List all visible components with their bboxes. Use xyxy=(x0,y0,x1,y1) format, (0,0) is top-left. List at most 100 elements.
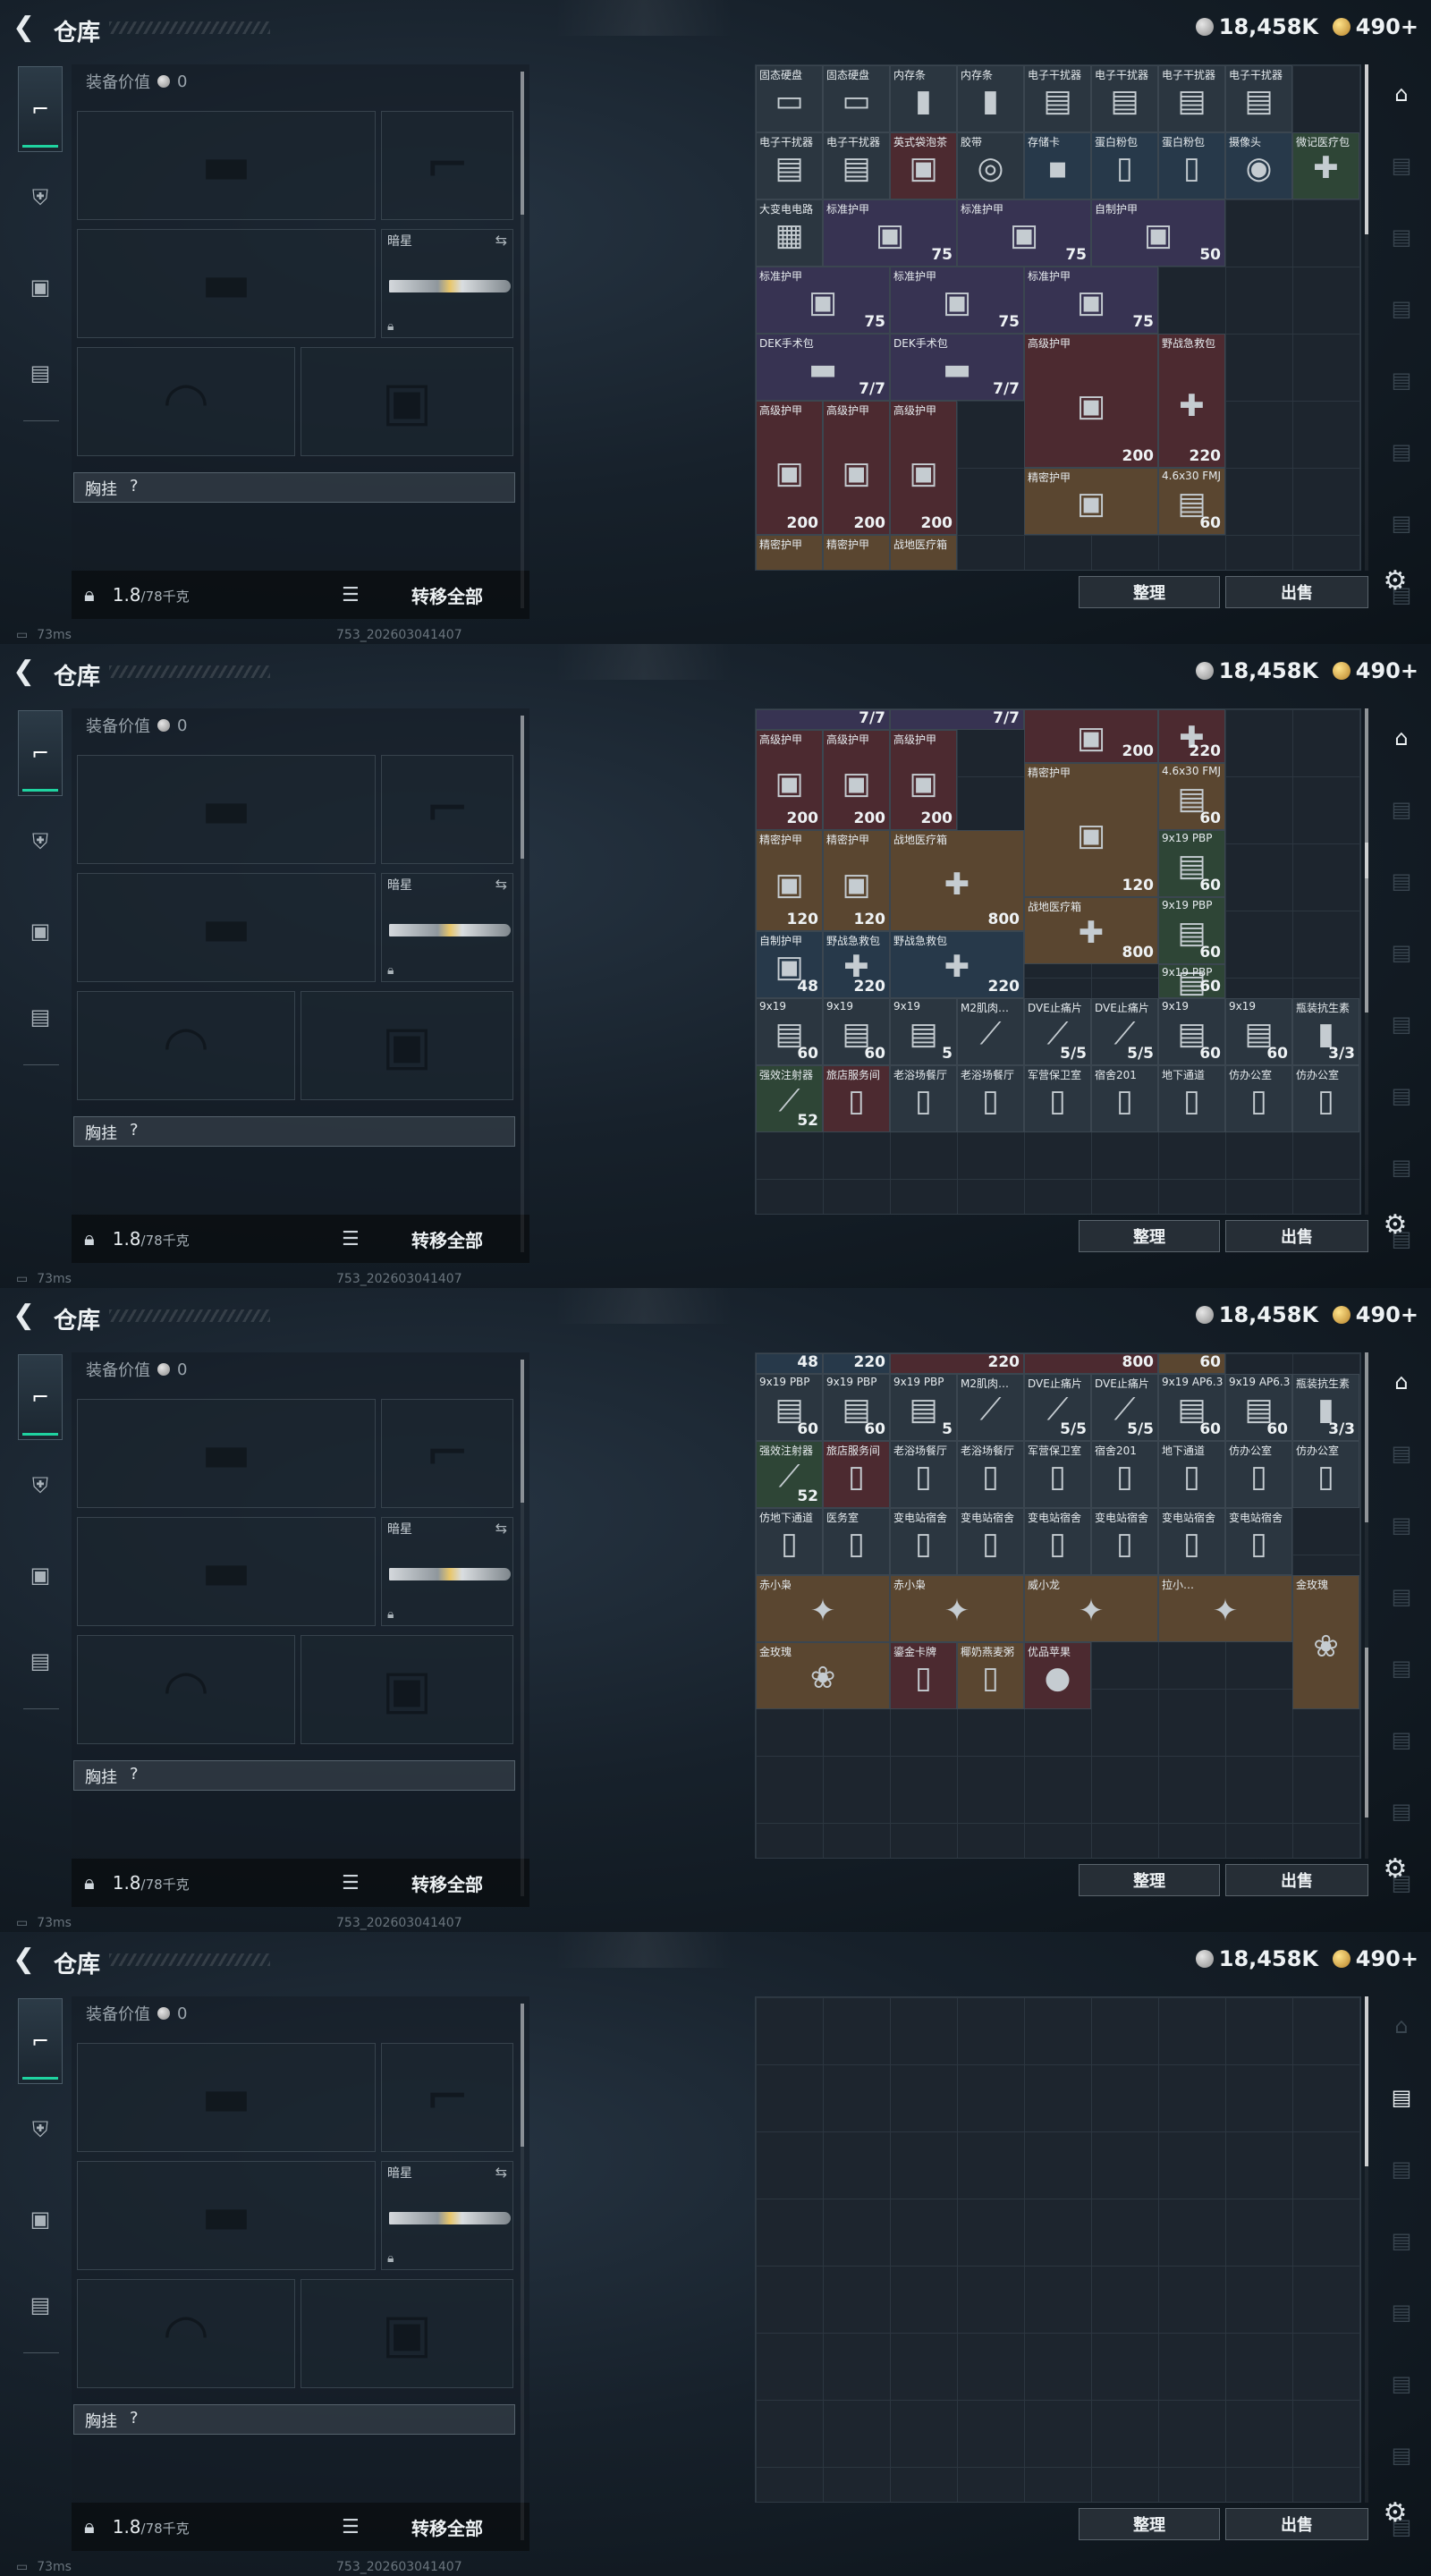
storage-item[interactable]: ❀ 金玫瑰 xyxy=(1292,1574,1359,1709)
storage-item[interactable]: ▤ 9x19 PBP 60 xyxy=(1158,830,1225,897)
swap-icon[interactable]: ⇆ xyxy=(495,876,507,893)
storage-item[interactable]: ▯ 宿舍201 xyxy=(1091,1440,1158,1508)
nav-bag-icon[interactable]: ▤ xyxy=(18,351,63,395)
storage-item[interactable]: ▬ DEK手术包 7/7 xyxy=(756,334,890,401)
storage-page-icon[interactable]: ▤ xyxy=(1379,2075,1424,2120)
helmet-slot[interactable]: ◠ xyxy=(77,991,295,1100)
storage-item[interactable]: ▣ 200 xyxy=(1024,709,1158,763)
helmet-slot[interactable]: ◠ xyxy=(77,2279,295,2388)
currency-silver[interactable]: 18,458K xyxy=(1195,658,1318,683)
transfer-all-button[interactable]: 转移全部 xyxy=(411,2514,483,2540)
storage-item[interactable]: ▣ 标准护甲 75 xyxy=(1024,267,1158,334)
secondary-weapon-slot[interactable]: ▬ xyxy=(77,1517,376,1626)
storage-page-icon[interactable]: ▤ xyxy=(1379,2147,1424,2191)
nav-bag-icon[interactable]: ▤ xyxy=(18,995,63,1039)
armor-slot[interactable]: ▣ xyxy=(301,1635,513,1744)
melee-slot[interactable]: 暗星 ⇆ 🔒︎ xyxy=(381,2161,513,2270)
back-arrow-icon[interactable]: ❮ xyxy=(13,1301,43,1331)
storage-item[interactable]: ▤ 9x19 PBP 5 xyxy=(890,1373,957,1441)
storage-page-icon[interactable]: ▤ xyxy=(1379,1145,1424,1190)
storage-page-icon[interactable]: ▤ xyxy=(1379,930,1424,975)
storage-item[interactable]: ✦ 拉小… xyxy=(1158,1574,1292,1642)
storage-item[interactable]: ▮ 内存条 xyxy=(890,65,957,132)
storage-page-icon[interactable]: ▤ xyxy=(1379,2361,1424,2406)
storage-item[interactable]: ▤ 电子干扰器 xyxy=(1225,65,1292,132)
armor-slot[interactable]: ▣ xyxy=(301,991,513,1100)
storage-page-icon[interactable]: ▤ xyxy=(1379,215,1424,259)
primary-weapon-slot[interactable]: ▬ xyxy=(77,2043,376,2152)
storage-page-icon[interactable]: ▤ xyxy=(1379,1503,1424,1547)
swap-icon[interactable]: ⇆ xyxy=(495,232,507,249)
list-icon[interactable]: ☰ xyxy=(342,1228,360,1250)
storage-item[interactable]: 48 xyxy=(756,1353,823,1374)
storage-item[interactable]: ▭ 固态硬盘 xyxy=(756,65,823,132)
storage-item[interactable]: ▣ 标准护甲 75 xyxy=(756,267,890,334)
back-arrow-icon[interactable]: ❮ xyxy=(13,13,43,43)
secondary-weapon-slot[interactable]: ▬ xyxy=(77,229,376,338)
sort-button[interactable]: 整理 xyxy=(1079,1220,1220,1252)
storage-item[interactable]: 800 xyxy=(1024,1353,1158,1374)
storage-item[interactable]: 战地医疗箱 xyxy=(890,535,957,570)
storage-item[interactable]: ⟋ M2肌肉… xyxy=(957,997,1024,1065)
storage-item[interactable]: ▯ 仿办公室 xyxy=(1292,1440,1359,1508)
storage-scrollbar[interactable] xyxy=(1365,64,1368,571)
currency-gold[interactable]: 490+ xyxy=(1332,1302,1418,1327)
sort-button[interactable]: 整理 xyxy=(1079,2508,1220,2540)
storage-item[interactable]: ▯ 旅店服务间 xyxy=(823,1440,890,1508)
currency-silver[interactable]: 18,458K xyxy=(1195,1946,1318,1971)
chest-rig-slot[interactable]: 胸挂? xyxy=(73,1760,515,1791)
storage-item[interactable]: ✚ 微记医疗包 xyxy=(1292,132,1359,199)
transfer-all-button[interactable]: 转移全部 xyxy=(411,1226,483,1252)
nav-gun-icon[interactable]: ⌐ xyxy=(18,1998,63,2084)
helmet-slot[interactable]: ◠ xyxy=(77,347,295,456)
storage-page-icon[interactable]: ▤ xyxy=(1379,286,1424,331)
storage-item[interactable]: ▯ 仿地下通道 xyxy=(756,1507,823,1575)
nav-vest-icon[interactable]: ▣ xyxy=(18,2197,63,2241)
storage-item[interactable]: ▯ 仿办公室 xyxy=(1225,1440,1292,1508)
list-icon[interactable]: ☰ xyxy=(342,1872,360,1894)
nav-armor-icon[interactable]: ⛨ xyxy=(18,819,63,864)
storage-item[interactable]: ▤ 9x19 60 xyxy=(823,997,890,1065)
storage-item[interactable]: 220 xyxy=(890,1353,1024,1374)
sort-button[interactable]: 整理 xyxy=(1079,576,1220,608)
pistol-slot[interactable]: ⌐ xyxy=(381,111,513,220)
storage-page-icon[interactable]: ▤ xyxy=(1379,1717,1424,1762)
storage-page-icon[interactable]: ▤ xyxy=(1379,1002,1424,1046)
storage-item[interactable]: ▯ 变电站宿舍 xyxy=(1225,1507,1292,1575)
currency-silver[interactable]: 18,458K xyxy=(1195,1302,1318,1327)
sort-button[interactable]: 整理 xyxy=(1079,1864,1220,1896)
storage-item[interactable]: ▤ 9x19 60 xyxy=(756,997,823,1065)
storage-item[interactable]: ✦ 赤小枭 xyxy=(756,1574,890,1642)
storage-item[interactable]: ▤ 电子干扰器 xyxy=(1024,65,1091,132)
secondary-weapon-slot[interactable]: ▬ xyxy=(77,873,376,982)
storage-item[interactable]: ▬ DEK手术包 7/7 xyxy=(890,334,1024,401)
gear-icon[interactable]: ⚙ xyxy=(1377,1209,1413,1245)
pistol-slot[interactable]: ⌐ xyxy=(381,2043,513,2152)
primary-weapon-slot[interactable]: ▬ xyxy=(77,1399,376,1508)
armor-slot[interactable]: ▣ xyxy=(301,2279,513,2388)
storage-item[interactable]: ▭ 固态硬盘 xyxy=(823,65,890,132)
nav-vest-icon[interactable]: ▣ xyxy=(18,1553,63,1597)
storage-item[interactable]: ▤ 电子干扰器 xyxy=(823,132,890,199)
storage-item[interactable]: ▣ 高级护甲 200 xyxy=(890,401,957,535)
storage-item[interactable]: ▯ 仿办公室 xyxy=(1292,1064,1359,1132)
storage-item[interactable]: 220 xyxy=(823,1353,890,1374)
storage-home-icon[interactable]: ⌂ xyxy=(1379,1360,1424,1404)
storage-item[interactable]: ▦ 大变电电路 xyxy=(756,199,823,267)
sell-button[interactable]: 出售 xyxy=(1225,1220,1368,1252)
armor-slot[interactable]: ▣ xyxy=(301,347,513,456)
storage-item[interactable]: ▣ 精密护甲 120 xyxy=(756,830,823,931)
storage-item[interactable]: ● 优品苹果 xyxy=(1024,1641,1091,1709)
list-icon[interactable]: ☰ xyxy=(342,2516,360,2538)
storage-item[interactable]: ▯ 军营保卫室 xyxy=(1024,1440,1091,1508)
storage-item[interactable]: ▤ 9x19 PBP 60 xyxy=(823,1373,890,1441)
storage-item[interactable]: ▣ 高级护甲 200 xyxy=(890,729,957,830)
swap-icon[interactable]: ⇆ xyxy=(495,2164,507,2181)
currency-gold[interactable]: 490+ xyxy=(1332,1946,1418,1971)
storage-page-icon[interactable]: ▤ xyxy=(1379,2433,1424,2478)
helmet-slot[interactable]: ◠ xyxy=(77,1635,295,1744)
storage-item[interactable]: ▯ 变电站宿舍 xyxy=(1024,1507,1091,1575)
chest-rig-slot[interactable]: 胸挂? xyxy=(73,472,515,503)
nav-gun-icon[interactable]: ⌐ xyxy=(18,66,63,152)
storage-item[interactable]: ✦ 威小龙 xyxy=(1024,1574,1158,1642)
